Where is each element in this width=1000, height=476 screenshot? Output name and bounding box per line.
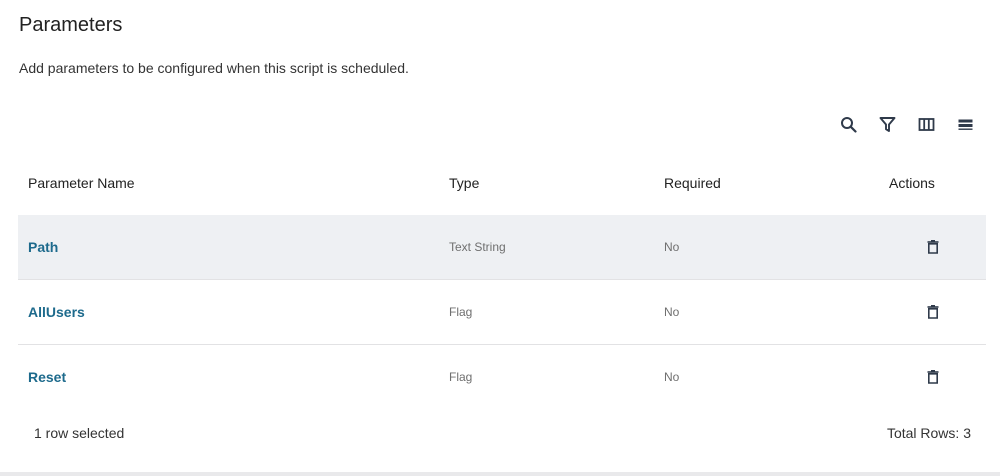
parameter-required: No bbox=[664, 240, 680, 254]
columns-button[interactable] bbox=[917, 115, 936, 134]
filter-icon bbox=[879, 117, 896, 132]
delete-button[interactable] bbox=[924, 303, 942, 321]
density-button[interactable] bbox=[956, 115, 975, 134]
delete-button[interactable] bbox=[924, 368, 942, 386]
search-button[interactable] bbox=[839, 115, 858, 134]
parameters-card: Parameters Add parameters to be configur… bbox=[0, 0, 1000, 472]
parameter-required: No bbox=[664, 370, 680, 384]
parameters-table: Parameter Name Type Required Actions Pat… bbox=[18, 150, 986, 409]
page-subtitle: Add parameters to be configured when thi… bbox=[19, 60, 409, 76]
total-rows: Total Rows: 3 bbox=[886, 425, 971, 441]
parameter-name-link[interactable]: Path bbox=[28, 239, 58, 255]
filter-button[interactable] bbox=[878, 115, 897, 134]
column-header-parameter-name[interactable]: Parameter Name bbox=[18, 175, 449, 191]
columns-icon bbox=[918, 118, 935, 131]
parameter-type: Text String bbox=[449, 240, 506, 254]
table-row[interactable]: Reset Flag No bbox=[18, 345, 986, 409]
delete-button[interactable] bbox=[924, 238, 942, 256]
column-header-type[interactable]: Type bbox=[449, 175, 664, 191]
table-row[interactable]: AllUsers Flag No bbox=[18, 280, 986, 345]
table-header: Parameter Name Type Required Actions bbox=[18, 150, 986, 215]
parameter-name-link[interactable]: Reset bbox=[28, 369, 66, 385]
trash-icon bbox=[927, 240, 938, 254]
selection-count: 1 row selected bbox=[34, 425, 125, 441]
search-icon bbox=[841, 117, 857, 133]
parameter-type: Flag bbox=[449, 305, 473, 319]
table-row[interactable]: Path Text String No bbox=[18, 215, 986, 280]
trash-icon bbox=[927, 370, 938, 384]
column-header-actions: Actions bbox=[889, 174, 935, 191]
parameter-required: No bbox=[664, 305, 680, 319]
parameter-name-link[interactable]: AllUsers bbox=[28, 304, 85, 320]
parameter-type: Flag bbox=[449, 370, 473, 384]
column-header-required[interactable]: Required bbox=[664, 175, 879, 191]
page-title: Parameters bbox=[19, 14, 123, 36]
trash-icon bbox=[927, 305, 938, 319]
density-icon bbox=[958, 119, 973, 130]
grid-toolbar bbox=[839, 115, 975, 134]
